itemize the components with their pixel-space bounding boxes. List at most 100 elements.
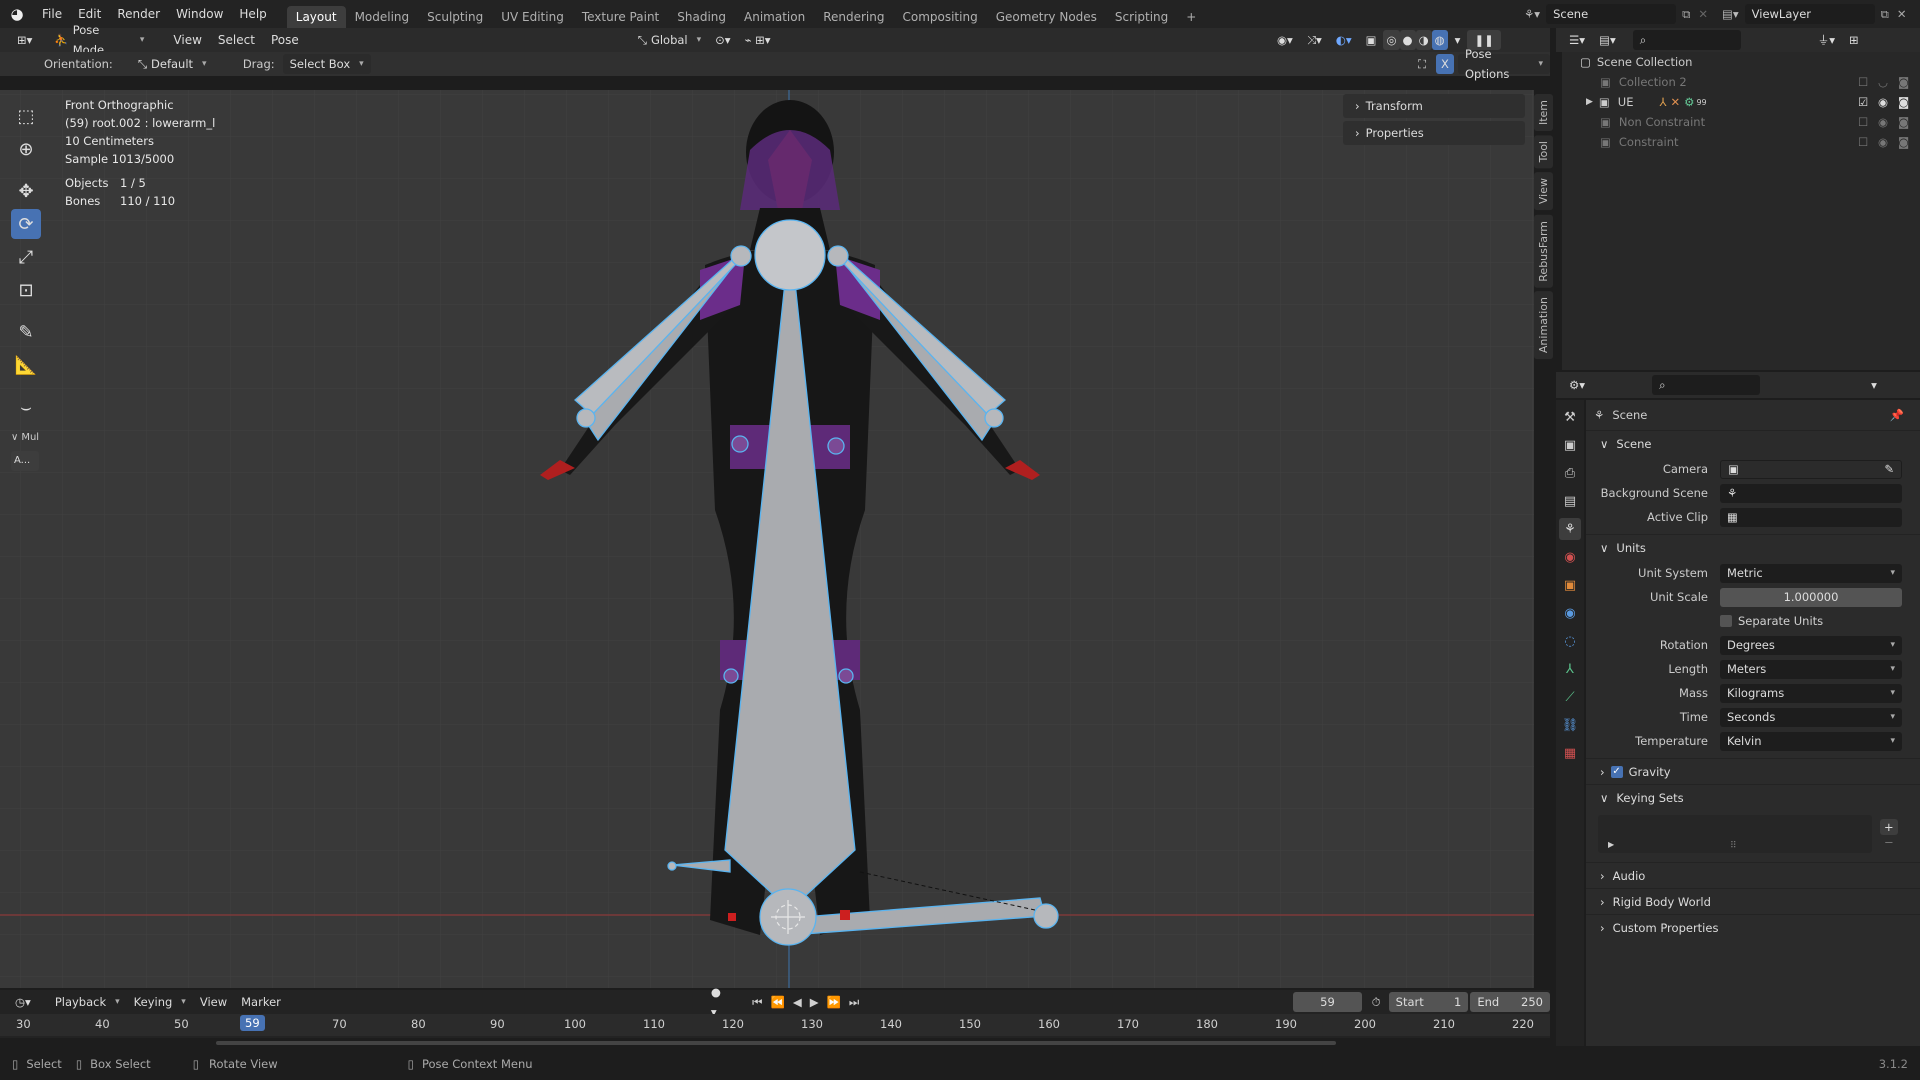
tab-tool[interactable]: Tool [1534,135,1553,169]
orientation-dropdown[interactable]: ⤡ Default [131,54,231,74]
panel-properties[interactable]: › Properties [1343,121,1525,145]
unit-system-dropdown[interactable]: Metric [1720,563,1902,583]
outliner-search-input[interactable]: ⌕ [1632,30,1741,50]
add-workspace-icon[interactable]: + [1177,6,1205,28]
exclude-checkbox[interactable]: ☐ [1858,75,1868,89]
shading-wireframe-icon[interactable]: ◎ [1383,30,1400,50]
end-frame-field[interactable]: End 250 [1470,992,1550,1012]
measure-tool-icon[interactable]: 📐 [11,350,41,380]
background-scene-field[interactable]: ⚘ [1720,483,1902,503]
record-icon[interactable]: ● ▾ [704,985,736,1019]
new-collection-icon[interactable]: ⊞ [1842,30,1866,50]
menu-file[interactable]: File [34,0,70,28]
rotation-dropdown[interactable]: Degrees [1720,635,1902,655]
hide-icon[interactable]: ◡ [1878,75,1888,89]
eyedropper-icon[interactable]: ✎ [1884,462,1894,476]
temperature-dropdown[interactable]: Kelvin [1720,731,1902,751]
tab-scripting[interactable]: Scripting [1106,6,1177,28]
section-gravity[interactable]: › ✓ Gravity [1586,758,1920,784]
outliner-root[interactable]: ▢ Scene Collection [1562,52,1920,72]
modifier-tab-icon[interactable]: ◉ [1559,602,1581,624]
play-reverse-icon[interactable]: ◀ [793,995,802,1009]
gravity-checkbox[interactable]: ✓ [1610,765,1623,778]
mass-dropdown[interactable]: Kilograms [1720,683,1902,703]
tab-shading[interactable]: Shading [668,6,735,28]
bone-constraint-tab-icon[interactable]: ⛓ [1559,714,1581,736]
scale-tool-icon[interactable]: ⤢ [11,242,41,272]
shading-solid-icon[interactable]: ● [1399,30,1416,50]
new-scene-icon[interactable]: ⧉ [1682,7,1690,22]
move-tool-icon[interactable]: ✥ [11,176,41,206]
start-frame-field[interactable]: Start 1 [1388,992,1469,1012]
properties-options-icon[interactable]: ▾ [1864,375,1884,395]
next-keyframe-icon[interactable]: ⏩ [827,995,841,1009]
annotate-tool-icon[interactable]: ✎ [11,317,41,347]
object-tab-icon[interactable]: ▣ [1559,574,1581,596]
overlays-icon[interactable]: ◐▾ [1329,30,1359,50]
menu-timeline-view[interactable]: View [193,992,234,1012]
tab-texture-paint[interactable]: Texture Paint [573,6,668,28]
cursor-tool-icon[interactable]: ⊕ [11,134,41,164]
pin-icon[interactable]: 📌 [1890,408,1904,422]
menu-pose[interactable]: Pose [263,26,307,54]
pivot-icon[interactable]: ⊙▾ [708,30,737,50]
tab-animation[interactable]: Animation [735,6,814,28]
scrollbar-thumb[interactable] [216,1041,1336,1045]
section-scene[interactable]: ∨ Scene [1586,430,1920,456]
menu-playback[interactable]: Playback [48,992,127,1012]
menu-view[interactable]: View [165,26,209,54]
expand-arrow-icon[interactable]: ▶ [1586,97,1593,107]
preview-range-icon[interactable]: ⏱ [1372,995,1381,1010]
length-dropdown[interactable]: Meters [1720,659,1902,679]
scene-selector[interactable]: ⚘▾ Scene ⧉ ✕ [1524,4,1708,24]
blender-logo-icon[interactable]: ◕ [0,5,34,23]
mode-selector[interactable]: ⛹ Pose Mode [47,23,151,57]
section-rigid-body-world[interactable]: › Rigid Body World [1586,888,1920,914]
view-layer-tab-icon[interactable]: ▤ [1559,490,1581,512]
menu-help[interactable]: Help [231,0,274,28]
tab-rendering[interactable]: Rendering [814,6,893,28]
rotate-tool-icon[interactable]: ⟳ [11,209,41,239]
drag-dropdown[interactable]: Select Box [282,54,371,74]
new-view-layer-icon[interactable]: ⧉ [1881,7,1889,22]
tab-rebusfarm[interactable]: RebusFarm [1534,214,1553,288]
remove-keying-set-button[interactable]: − [1880,835,1898,849]
play-icon[interactable]: ▶ [810,995,819,1009]
separate-units-checkbox[interactable] [1720,615,1732,627]
render-camera-icon[interactable]: ◙ [1898,135,1909,149]
filter-icon[interactable]: ⏚▾ [1811,30,1842,50]
physics-tab-icon[interactable]: ◌ [1559,630,1581,652]
render-camera-icon[interactable]: ◙ [1898,95,1909,109]
playhead[interactable]: 59 [240,1015,265,1031]
render-camera-icon[interactable]: ◙ [1898,115,1909,129]
tool-tab-icon[interactable]: ⚒ [1559,406,1581,428]
visibility-icon[interactable]: ◉▾ [1270,30,1300,50]
properties-search-input[interactable]: ⌕ [1652,375,1761,395]
timeline-scrollbar[interactable] [0,1038,1550,1048]
eye-icon[interactable]: ◉ [1878,115,1888,129]
panel-transform[interactable]: › Transform [1343,94,1525,118]
exclude-checkbox[interactable]: ☐ [1858,135,1868,149]
tab-geometry-nodes[interactable]: Geometry Nodes [987,6,1106,28]
xray-icon[interactable]: ▣ [1359,30,1384,50]
add-keying-set-button[interactable]: + [1880,819,1898,835]
tab-animation-panel[interactable]: Animation [1534,291,1553,360]
object-data-tab-icon[interactable]: ⅄ [1559,658,1581,680]
frame-ruler[interactable]: 30 40 50 59 70 80 90 100 110 120 130 140… [0,1014,1550,1036]
3d-viewport[interactable]: Front Orthographic (59) root.002 : lower… [0,90,1534,988]
tab-uv-editing[interactable]: UV Editing [492,6,573,28]
properties-editor-type-icon[interactable]: ⚙▾ [1562,375,1592,395]
display-mode-icon[interactable]: ▤▾ [1592,30,1623,50]
tab-sculpting[interactable]: Sculpting [418,6,492,28]
render-camera-icon[interactable]: ◙ [1898,75,1909,89]
section-units[interactable]: ∨ Units [1586,534,1920,560]
outliner-editor-type-icon[interactable]: ☰▾ [1562,30,1592,50]
output-tab-icon[interactable]: ⎙ [1559,462,1581,484]
outliner-item-ue[interactable]: ▶ ▣ UE ⅄ ✕ ⚙ 99 ☑ ◉ ◙ [1562,92,1920,112]
texture-tab-icon[interactable]: ▦ [1559,742,1581,764]
unit-scale-field[interactable]: 1.000000 [1720,587,1902,607]
menu-marker[interactable]: Marker [234,992,288,1012]
world-tab-icon[interactable]: ◉ [1559,546,1581,568]
editor-type-icon[interactable]: ⊞▾ [10,30,39,50]
outliner-item-constraint[interactable]: ▣ Constraint ☐ ◉ ◙ [1562,132,1920,152]
